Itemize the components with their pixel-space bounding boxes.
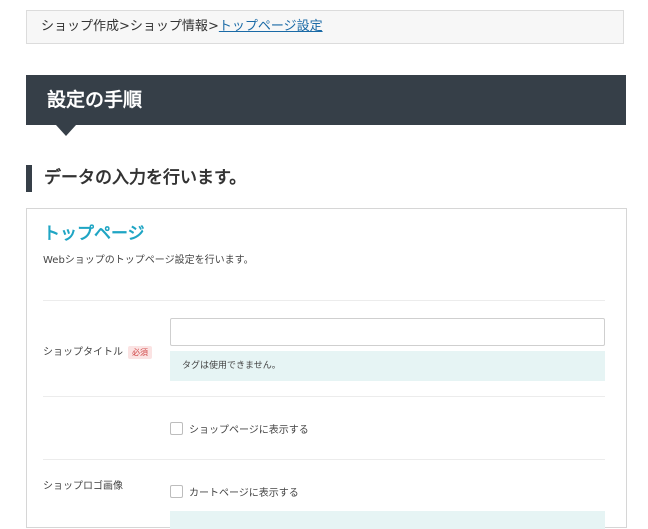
panel-title: トップページ (43, 224, 145, 244)
shop-title-note: タグは使用できません。 (170, 351, 605, 381)
header-pointer (56, 125, 76, 136)
show-on-cart-page-checkbox[interactable]: カートページに表示する (170, 484, 299, 499)
logo-note-bar (170, 511, 605, 529)
breadcrumb-item-shop-create: ショップ作成 (41, 19, 120, 34)
section-title: 設定の手順 (47, 89, 143, 111)
breadcrumb: ショップ作成>ショップ情報>トップページ設定 (26, 10, 624, 44)
required-badge: 必須 (128, 345, 152, 359)
shop-title-label: ショップタイトル 必須 (43, 343, 152, 359)
checkbox-icon[interactable] (170, 485, 183, 498)
checkbox-icon[interactable] (170, 422, 183, 435)
breadcrumb-separator: > (119, 19, 130, 34)
show-on-shop-page-label: ショップページに表示する (189, 425, 309, 436)
settings-panel: トップページ Webショップのトップページ設定を行います。 ショップタイトル 必須… (26, 208, 627, 529)
shop-title-label-text: ショップタイトル (43, 347, 123, 358)
breadcrumb-separator: > (207, 19, 219, 34)
divider (43, 300, 605, 301)
breadcrumb-item-shop-info: ショップ情報 (129, 19, 208, 34)
show-on-cart-page-label: カートページに表示する (189, 488, 299, 499)
divider (43, 396, 605, 397)
panel-description: Webショップのトップページ設定を行います。 (43, 255, 254, 266)
step-heading: データの入力を行います。 (26, 165, 246, 192)
breadcrumb-current-link[interactable]: トップページ設定 (219, 19, 323, 34)
show-on-shop-page-checkbox[interactable]: ショップページに表示する (170, 421, 309, 436)
section-header: 設定の手順 (26, 75, 626, 136)
shop-logo-label: ショップロゴ画像 (43, 481, 123, 492)
shop-title-input[interactable] (170, 318, 605, 346)
divider (43, 459, 605, 460)
